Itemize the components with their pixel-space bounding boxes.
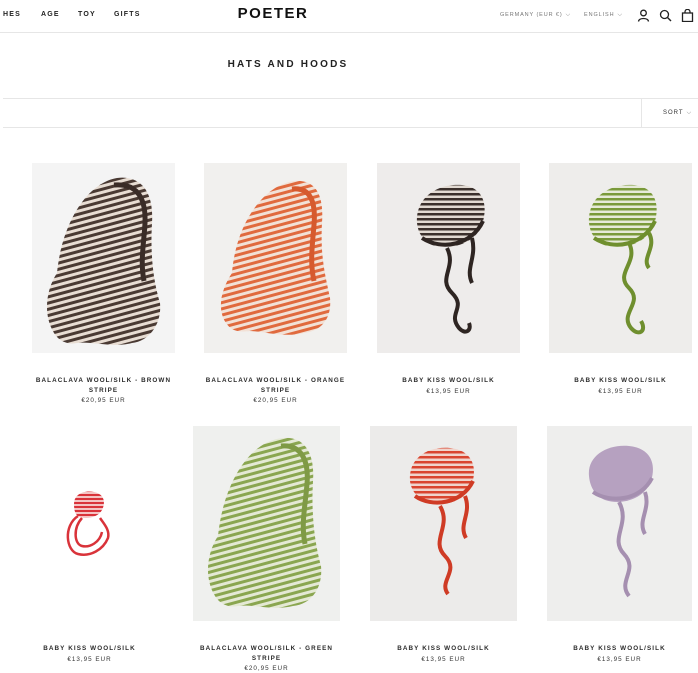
product-image[interactable]	[547, 426, 692, 621]
collection-toolbar: SORT ⌵	[3, 98, 698, 128]
product-title[interactable]: BABY KISS WOOL/SILK	[377, 376, 520, 386]
product-price: €20,95 EUR	[244, 665, 289, 672]
sort-label: SORT	[663, 110, 684, 116]
orange-balaclava-image	[220, 180, 331, 335]
product-title[interactable]: BABY KISS WOOL/SILK	[18, 644, 161, 654]
product-price: €13,95 EUR	[597, 656, 642, 663]
header-divider	[0, 32, 698, 33]
product-title[interactable]: BALACLAVA WOOL/SILK - GREEN STRIPE	[193, 644, 340, 664]
product-title[interactable]: BABY KISS WOOL/SILK	[549, 376, 692, 386]
account-icon[interactable]	[637, 9, 650, 22]
brown-balaclava-image	[46, 177, 161, 345]
product-image[interactable]	[193, 426, 340, 621]
product-image[interactable]	[18, 426, 161, 621]
product-price: €13,95 EUR	[598, 388, 643, 395]
product-title[interactable]: BALACLAVA WOOL/SILK - ORANGE STRIPE	[204, 376, 347, 396]
site-header: HES AGE TOY GIFTS POETER GERMANY (EUR €)…	[0, 0, 698, 32]
product-price: €20,95 EUR	[253, 397, 298, 404]
product-title[interactable]: BABY KISS WOOL/SILK	[370, 644, 517, 654]
chevron-down-icon: ⌵	[565, 12, 572, 18]
red-bonnet-image	[66, 491, 110, 556]
red-stripe-bonnet-image	[409, 447, 475, 596]
product-image[interactable]	[549, 163, 692, 353]
product-price: €13,95 EUR	[421, 656, 466, 663]
page-title: HATS AND HOODS	[227, 59, 349, 70]
country-label: GERMANY (EUR €)	[500, 12, 563, 18]
language-label: ENGLISH	[584, 12, 615, 18]
product-image[interactable]	[370, 426, 517, 621]
product-price: €20,95 EUR	[81, 397, 126, 404]
product-image[interactable]	[204, 163, 347, 353]
product-image[interactable]	[377, 163, 520, 353]
country-selector[interactable]: GERMANY (EUR €) ⌵	[500, 12, 571, 19]
brand-logo[interactable]: POETER	[0, 5, 546, 22]
chevron-down-icon: ⌵	[686, 110, 693, 116]
chevron-down-icon: ⌵	[617, 12, 623, 18]
language-selector[interactable]: ENGLISH ⌵	[584, 12, 623, 19]
sort-button[interactable]: SORT ⌵	[663, 110, 692, 117]
green-balaclava-image	[207, 437, 322, 608]
product-price: €13,95 EUR	[67, 656, 112, 663]
green-bonnet-image	[588, 184, 657, 335]
search-icon[interactable]	[659, 9, 672, 22]
product-title[interactable]: BALACLAVA WOOL/SILK - BROWN STRIPE	[32, 376, 175, 396]
brown-bonnet-image	[416, 184, 485, 334]
product-price: €13,95 EUR	[426, 388, 471, 395]
product-image[interactable]	[32, 163, 175, 353]
toolbar-divider	[641, 99, 642, 127]
cart-icon[interactable]	[681, 9, 694, 22]
lilac-bonnet-image	[588, 445, 654, 598]
product-title[interactable]: BABY KISS WOOL/SILK	[547, 644, 692, 654]
